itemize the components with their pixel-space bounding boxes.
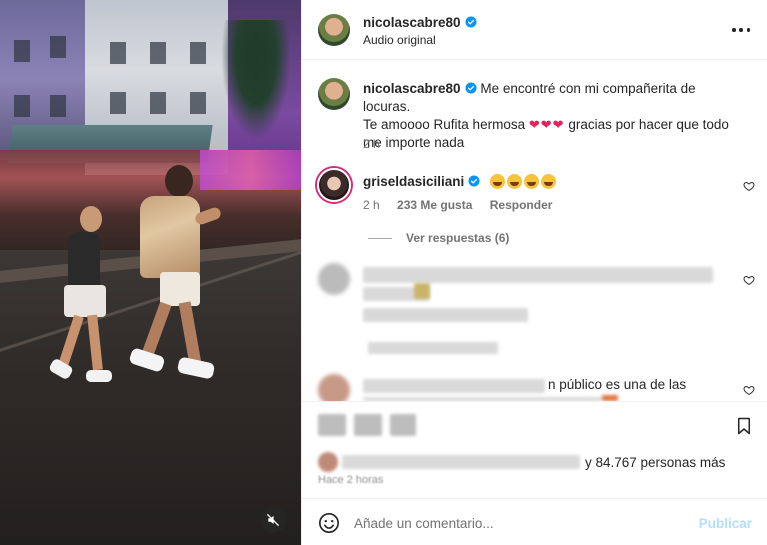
heart-outline-icon[interactable] [743,384,755,396]
reel-video[interactable] [0,0,301,545]
blurred-comment-text [363,379,545,393]
video-adult-shorts [160,272,200,306]
more-horizontal-icon [739,28,743,32]
heart-emoji-icon: ❤❤❤ [528,117,565,132]
video-child [68,232,100,290]
laughing-crying-emoji-icon [490,174,506,189]
more-horizontal-icon [732,28,736,32]
view-replies-label[interactable]: Ver respuestas (6) [406,231,509,245]
share-button[interactable] [390,414,416,436]
reply-button[interactable]: Responder [490,198,553,212]
verified-badge-icon [465,16,477,28]
mute-button[interactable] [260,507,286,533]
video-window [150,92,166,114]
action-bar: y 84.767 personas más Hace 2 horas [302,401,767,498]
blurred-emoji [414,283,430,299]
caption-username[interactable]: nicolascabre80 [363,81,461,96]
comment-time: 2 h [363,198,380,212]
blurred-liked-by [342,455,580,469]
comments-list[interactable]: nicolascabre80 Me encontré con mi compañ… [302,61,767,401]
publish-button[interactable]: Publicar [699,516,752,531]
comment-input[interactable] [354,512,684,534]
speaker-muted-icon [267,514,279,526]
verified-badge-icon [465,82,477,94]
video-window [110,92,126,114]
avatar[interactable] [318,14,350,46]
more-options-button[interactable] [732,22,750,38]
laughing-crying-emoji-icon [524,174,540,189]
comment-button[interactable] [354,414,382,436]
view-replies-button[interactable]: Ver respuestas (6) [368,231,509,245]
video-window [50,95,66,117]
video-adult [140,196,200,278]
video-window [190,92,206,114]
caption-avatar[interactable] [318,78,350,110]
comment: griseldasiciliani [363,174,558,189]
post-header: nicolascabre80 Audio original [302,0,767,60]
caption-text: gracias por hacer que todo [568,117,729,132]
blurred-comment-meta [363,308,528,322]
emoji-smile-icon[interactable] [318,512,340,534]
blurred-avatar[interactable] [318,263,350,295]
caption-time: 2 h [363,137,380,151]
video-window [110,42,126,64]
video-child-head [80,206,102,232]
post-author[interactable]: nicolascabre80 [363,15,477,30]
divider [368,237,392,239]
laughing-crying-emoji-icon [541,174,557,189]
comment-likes[interactable]: 233 Me gusta [397,198,472,212]
audio-label[interactable]: Audio original [363,33,436,47]
video-child-shoe [86,370,112,382]
caption-text: Te amoooo Rufita hermosa [363,117,526,132]
video-street [0,250,301,545]
video-adult-head [165,165,193,197]
heart-outline-icon[interactable] [743,180,755,192]
liked-by-avatar[interactable] [318,452,338,472]
video-palm-tree [221,20,291,140]
video-window [190,42,206,64]
video-window [14,40,30,62]
comment-avatar[interactable] [317,168,351,202]
caption: nicolascabre80 Me encontré con mi compañ… [363,80,743,152]
comment-text: n público es una de las [548,377,687,392]
verified-badge-icon [468,175,480,187]
bookmark-icon[interactable] [735,416,753,436]
comment-meta: 2 h 233 Me gusta Responder [363,198,566,212]
blurred-view-replies [368,342,498,354]
laughing-crying-emoji-icon [507,174,523,189]
post-time: Hace 2 horas [318,474,384,486]
more-horizontal-icon [746,28,750,32]
video-neon-lights [200,150,301,190]
like-button[interactable] [318,414,346,436]
video-child-shorts [64,285,106,317]
likes-count[interactable]: y 84.767 personas más [585,455,725,470]
video-window [150,42,166,64]
video-window [14,95,30,117]
comment-emojis [490,174,558,189]
blurred-comment-text [363,267,713,283]
heart-outline-icon[interactable] [743,274,755,286]
post-panel: nicolascabre80 Audio original nicolascab… [301,0,767,545]
video-window [50,36,66,58]
post-author-name[interactable]: nicolascabre80 [363,15,461,30]
comment-bar: Publicar [302,498,767,545]
comment-username[interactable]: griseldasiciliani [363,174,464,189]
blurred-avatar[interactable] [318,374,350,401]
